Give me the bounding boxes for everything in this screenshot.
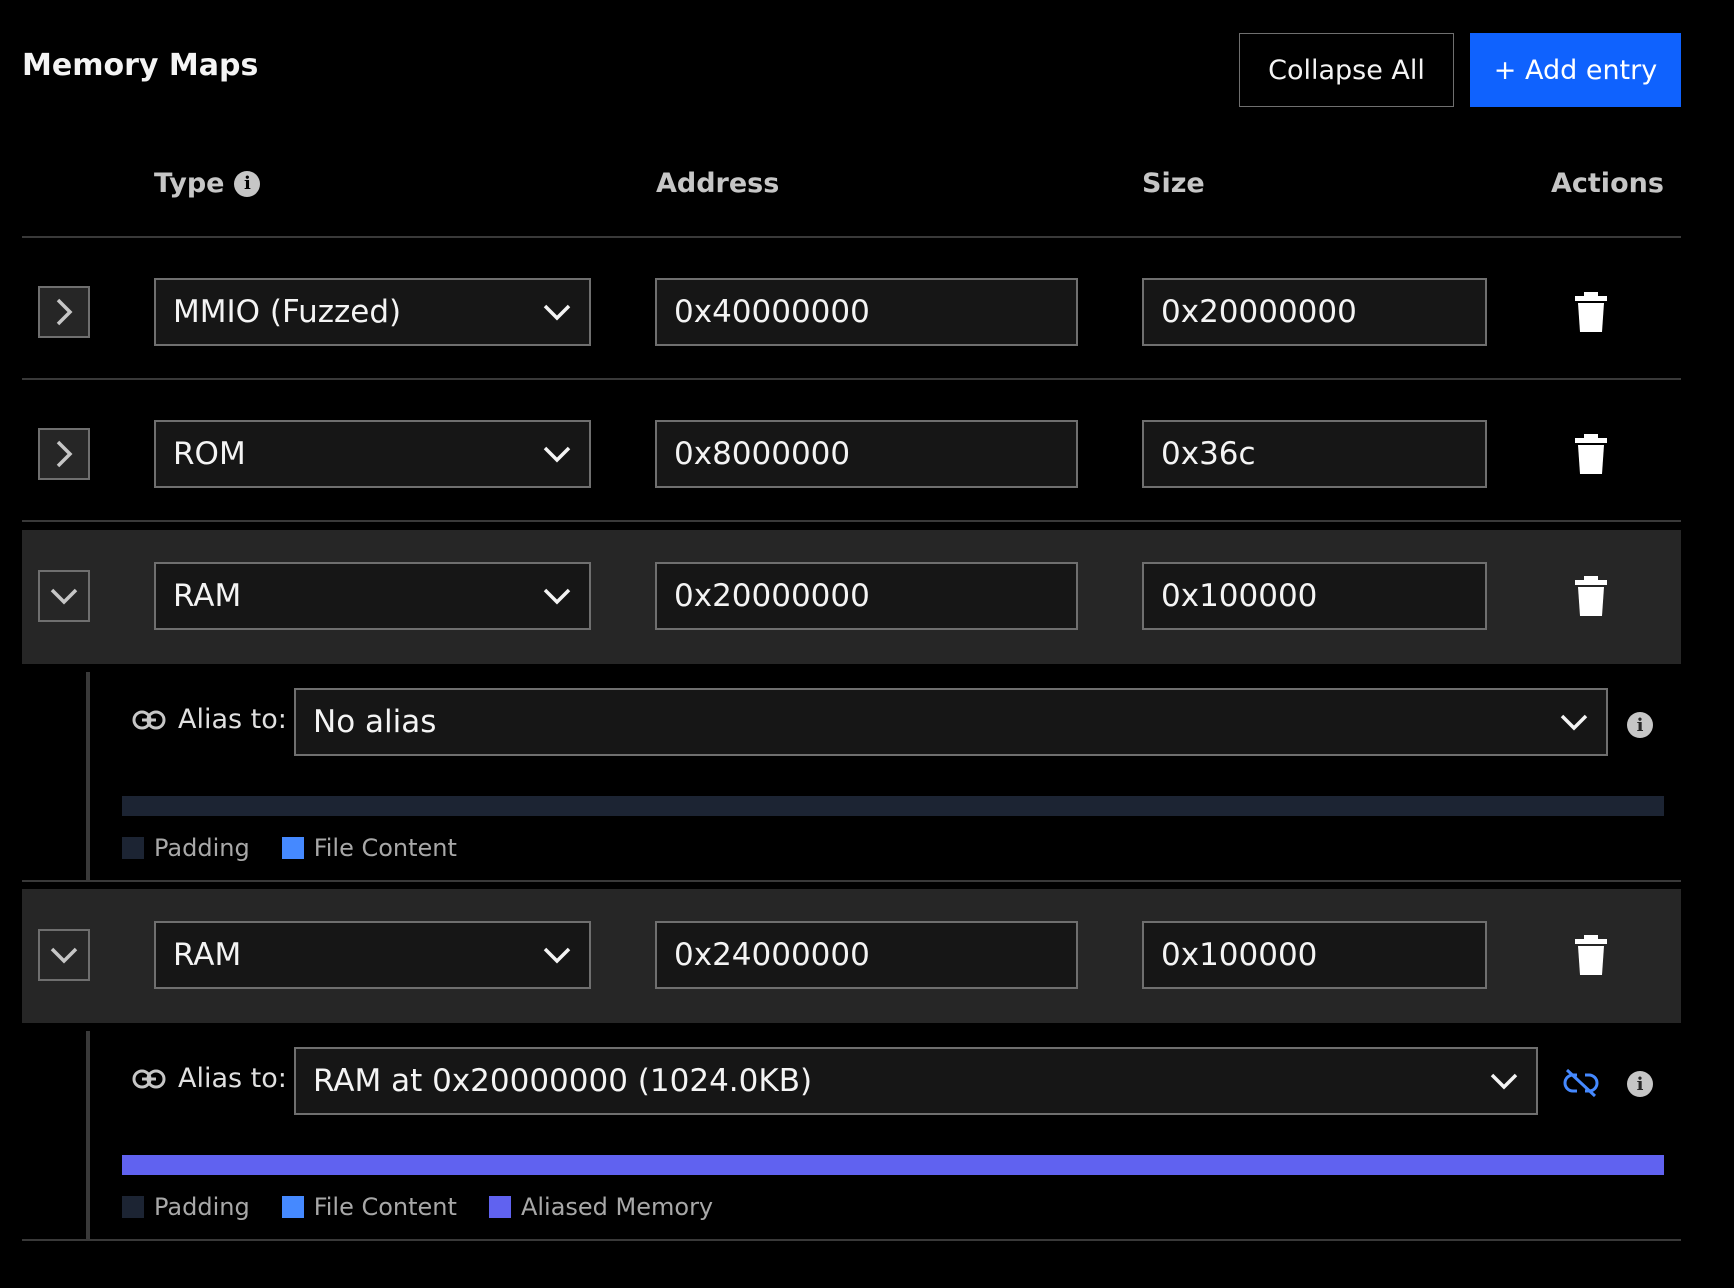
divider <box>22 236 1681 238</box>
legend: Padding File Content <box>122 834 457 862</box>
info-icon[interactable]: i <box>1627 712 1653 738</box>
legend-item-padding: Padding <box>122 1193 250 1221</box>
type-select[interactable]: ROM <box>154 420 591 488</box>
info-icon[interactable]: i <box>234 170 261 197</box>
alias-label: Alias to: <box>132 1063 287 1094</box>
alias-label: Alias to: <box>132 704 287 735</box>
delete-icon[interactable] <box>1574 576 1608 616</box>
alias-label-text: Alias to: <box>178 1063 287 1094</box>
delete-icon[interactable] <box>1574 292 1608 332</box>
chevron-down-icon <box>543 304 571 321</box>
aliased-memory-swatch <box>488 1196 511 1218</box>
legend-label: Padding <box>154 1193 250 1221</box>
expand-row-button[interactable] <box>38 428 90 480</box>
padding-swatch <box>122 1196 144 1218</box>
divider <box>22 378 1681 380</box>
chevron-down-icon <box>543 947 571 964</box>
divider <box>22 1239 1681 1241</box>
type-select[interactable]: MMIO (Fuzzed) <box>154 278 591 346</box>
add-entry-button[interactable]: + Add entry <box>1470 33 1681 107</box>
collapse-row-button[interactable] <box>38 929 90 981</box>
legend: Padding File Content Aliased Memory <box>122 1193 713 1221</box>
padding-swatch <box>122 837 144 859</box>
column-header-address: Address <box>656 168 780 199</box>
legend-item-padding: Padding <box>122 834 250 862</box>
collapse-all-button[interactable]: Collapse All <box>1239 33 1454 107</box>
legend-label: Padding <box>154 834 250 862</box>
file-content-swatch <box>281 837 304 859</box>
size-input[interactable]: 0x100000 <box>1142 562 1487 630</box>
chevron-down-icon <box>1490 1073 1518 1090</box>
address-input[interactable]: 0x24000000 <box>655 921 1078 989</box>
type-select-value: RAM <box>173 937 242 973</box>
alias-select-value: No alias <box>313 704 437 740</box>
address-input[interactable]: 0x8000000 <box>655 420 1078 488</box>
collapse-row-button[interactable] <box>38 570 90 622</box>
link-icon <box>132 1069 166 1088</box>
size-input[interactable]: 0x36c <box>1142 420 1487 488</box>
chevron-down-icon <box>50 588 78 605</box>
chevron-down-icon <box>543 446 571 463</box>
delete-icon[interactable] <box>1574 935 1608 975</box>
link-icon <box>132 710 166 729</box>
legend-label: File Content <box>313 1193 457 1221</box>
memory-layout-bar <box>122 1155 1664 1175</box>
detail-guide-line <box>86 672 90 880</box>
delete-icon[interactable] <box>1574 434 1608 474</box>
chevron-down-icon <box>1560 714 1588 731</box>
type-select[interactable]: RAM <box>154 562 591 630</box>
column-header-type-label: Type <box>154 168 225 199</box>
legend-item-aliased-memory: Aliased Memory <box>488 1193 714 1221</box>
memory-layout-bar <box>122 796 1664 816</box>
page-title: Memory Maps <box>22 48 259 83</box>
divider <box>22 520 1681 522</box>
type-select[interactable]: RAM <box>154 921 591 989</box>
legend-item-file-content: File Content <box>281 1193 457 1221</box>
chevron-down-icon <box>50 947 78 964</box>
size-input[interactable]: 0x20000000 <box>1142 278 1487 346</box>
unlink-icon[interactable] <box>1563 1068 1599 1098</box>
type-select-value: ROM <box>173 436 246 472</box>
alias-label-text: Alias to: <box>178 704 287 735</box>
type-select-value: RAM <box>173 578 242 614</box>
legend-item-file-content: File Content <box>281 834 457 862</box>
type-select-value: MMIO (Fuzzed) <box>173 294 402 330</box>
chevron-right-icon <box>56 440 73 468</box>
expand-row-button[interactable] <box>38 286 90 338</box>
column-header-actions: Actions <box>1551 168 1664 199</box>
divider <box>22 880 1681 882</box>
alias-select[interactable]: No alias <box>294 688 1608 756</box>
chevron-down-icon <box>543 588 571 605</box>
detail-guide-line <box>86 1031 90 1239</box>
chevron-right-icon <box>56 298 73 326</box>
size-input[interactable]: 0x100000 <box>1142 921 1487 989</box>
legend-label: File Content <box>313 834 457 862</box>
address-input[interactable]: 0x20000000 <box>655 562 1078 630</box>
legend-label: Aliased Memory <box>520 1193 714 1221</box>
info-icon[interactable]: i <box>1627 1071 1653 1097</box>
column-header-size: Size <box>1142 168 1205 199</box>
column-header-type: Type i <box>154 168 261 199</box>
address-input[interactable]: 0x40000000 <box>655 278 1078 346</box>
file-content-swatch <box>281 1196 304 1218</box>
alias-select[interactable]: RAM at 0x20000000 (1024.0KB) <box>294 1047 1538 1115</box>
alias-select-value: RAM at 0x20000000 (1024.0KB) <box>313 1063 813 1099</box>
